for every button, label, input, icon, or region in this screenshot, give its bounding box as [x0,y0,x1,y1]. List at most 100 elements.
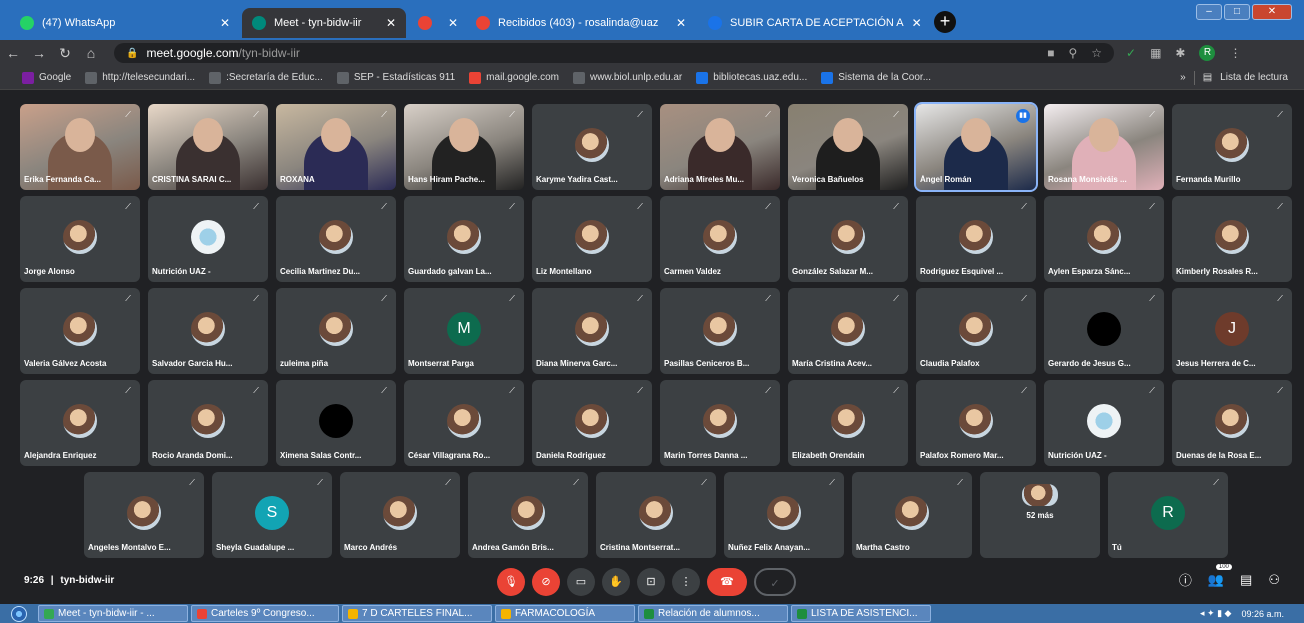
close-tab-icon[interactable]: ✕ [904,16,922,30]
participant-tile[interactable]: ⟋ Carmen Valdez [660,196,780,282]
present-button[interactable]: ⊡ [637,568,665,596]
start-button[interactable] [0,604,38,623]
participant-tile[interactable]: ⟋ Veronica Bañuelos [788,104,908,190]
taskbar-button[interactable]: FARMACOLOGÍA [495,605,635,622]
participant-tile[interactable]: ⟋ Pasillas Ceniceros B... [660,288,780,374]
participant-tile[interactable]: ⟋ Cecilia Martinez Du... [276,196,396,282]
activities-icon[interactable]: ⚇ [1268,572,1280,588]
extension-grid-icon[interactable]: ▦ [1150,46,1161,60]
maximize-button[interactable]: □ [1224,4,1250,20]
star-icon[interactable]: ☆ [1091,46,1102,60]
chat-icon[interactable]: ▤ [1240,572,1252,588]
home-icon[interactable]: ⌂ [78,45,104,61]
participant-tile[interactable]: ⟋ Angeles Montalvo E... [84,472,204,558]
back-icon[interactable]: ← [0,45,26,61]
participant-tile[interactable]: ⟋ Cristina Montserrat... [596,472,716,558]
captions-button[interactable]: ▭ [567,568,595,596]
participant-tile[interactable]: ⟋ Erika Fernanda Ca... [20,104,140,190]
bookmark-item[interactable]: Google [22,71,71,84]
browser-tab[interactable]: Meet - tyn-bidw-iir ✕ [242,8,406,38]
info-icon[interactable]: ⓘ [1179,570,1192,589]
menu-kebab-icon[interactable]: ⋮ [1229,46,1241,60]
browser-tab[interactable]: SUBIR CARTA DE ACEPTACIÓN A ✕ [698,8,926,38]
participant-tile[interactable]: S ⟋ Sheyla Guadalupe ... [212,472,332,558]
participant-tile[interactable]: ⟋ Nutrición UAZ - [1044,380,1164,466]
participant-tile[interactable]: ⟋ Diana Minerva Garc... [532,288,652,374]
profile-avatar[interactable]: R [1199,45,1216,61]
participant-tile[interactable]: ⟋ Valeria Gálvez Acosta [20,288,140,374]
participant-tile[interactable]: ⟋ Karyme Yadira Cast... [532,104,652,190]
participant-tile[interactable]: ⟋ César Villagrana Ro... [404,380,524,466]
browser-tab[interactable]: ✕ [408,8,464,38]
close-tab-icon[interactable]: ✕ [212,16,230,30]
zoom-icon[interactable]: ⚲ [1068,46,1077,60]
participant-tile[interactable]: 52 más [980,472,1100,558]
bookmark-item[interactable]: http://telesecundari... [85,71,195,84]
participant-tile[interactable]: ⟋ Guardado galvan La... [404,196,524,282]
forward-icon[interactable]: → [26,45,52,61]
new-tab-button[interactable]: + [934,11,956,33]
close-tab-icon[interactable]: ✕ [440,16,458,30]
participant-tile[interactable]: ⟋ Adriana Mireles Mu... [660,104,780,190]
close-tab-icon[interactable]: ✕ [668,16,686,30]
bookmark-item[interactable]: :Secretaría de Educ... [209,71,323,84]
bookmark-item[interactable]: bibliotecas.uaz.edu... [696,71,807,84]
camera-off-button[interactable]: ⊘ [532,568,560,596]
taskbar-button[interactable]: Meet - tyn-bidw-iir - ... [38,605,188,622]
participant-tile[interactable]: ⟋ zuleima piña [276,288,396,374]
bookmark-item[interactable]: Sistema de la Coor... [821,71,931,84]
participant-tile[interactable]: ⟋ Marco Andrés [340,472,460,558]
participant-tile[interactable]: ⟋ González Salazar M... [788,196,908,282]
participant-tile[interactable]: ⟋ Claudia Palafox [916,288,1036,374]
participant-tile[interactable]: ⟋ Palafox Romero Mar... [916,380,1036,466]
bookmark-item[interactable]: www.biol.unlp.edu.ar [572,71,682,84]
participant-tile[interactable]: ⟋ Martha Castro [852,472,972,558]
participant-tile[interactable]: ⟋ Marin Torres Danna ... [660,380,780,466]
more-bookmarks-button[interactable]: » [1180,72,1186,83]
address-bar[interactable]: 🔒 meet.google.com/tyn-bidw-iir ■ ⚲ ☆ [114,43,1114,63]
people-button[interactable]: 👥 100 [1208,563,1232,588]
participant-tile[interactable]: ⟋ Aylen Esparza Sánc... [1044,196,1164,282]
participant-tile[interactable]: ⟋ Elizabeth Orendain [788,380,908,466]
participant-tile[interactable]: ⟋ Ximena Salas Contr... [276,380,396,466]
participant-tile[interactable]: ⟋ Duenas de la Rosa E... [1172,380,1292,466]
participant-tile[interactable]: M ⟋ Montserrat Parga [404,288,524,374]
participant-tile[interactable]: ⟋ Liz Montellano [532,196,652,282]
bookmark-item[interactable]: SEP - Estadísticas 911 [336,71,455,84]
participant-tile[interactable]: ⟋ Nutrición UAZ - [148,196,268,282]
reading-list-button[interactable]: Lista de lectura [1220,72,1288,83]
check-button[interactable]: ✓ [754,568,796,596]
participant-tile[interactable]: ⟋ Kimberly Rosales R... [1172,196,1292,282]
more-options-button[interactable]: ⋮ [672,568,700,596]
participant-tile[interactable]: R ⟋ Tú [1108,472,1228,558]
participant-tile[interactable]: ⟋ Andrea Gamón Bris... [468,472,588,558]
participant-tile[interactable]: ⟋ Jorge Alonso [20,196,140,282]
bookmark-item[interactable]: mail.google.com [469,71,559,84]
participant-tile[interactable]: ⟋ Fernanda Murillo [1172,104,1292,190]
reload-icon[interactable]: ↻ [52,45,78,62]
participant-tile[interactable]: ⟋ Salvador Garcia Hu... [148,288,268,374]
mic-off-button[interactable]: 🎙 [497,568,525,596]
participant-tile[interactable]: ⟋ Rocio Aranda Domi... [148,380,268,466]
participant-tile[interactable]: ⟋ Rosana Monsiváis ... [1044,104,1164,190]
tray-icons[interactable]: ◂ ✦ ▮ ◆ [1200,608,1231,619]
participant-tile[interactable]: ⟋ Rodriguez Esquivel ... [916,196,1036,282]
minimize-button[interactable]: – [1196,4,1222,20]
leave-call-button[interactable]: ☎ [707,568,747,596]
taskbar-button[interactable]: Relación de alumnos... [638,605,788,622]
browser-tab[interactable]: (47) WhatsApp ✕ [10,8,240,38]
window-close-button[interactable]: ✕ [1252,4,1292,20]
participant-tile[interactable]: ⟋ María Cristina Acev... [788,288,908,374]
participant-tile[interactable]: ⟋ Alejandra Enriquez [20,380,140,466]
taskbar-button[interactable]: 7 D CARTELES FINAL... [342,605,492,622]
puzzle-icon[interactable]: ✱ [1175,46,1185,60]
browser-tab[interactable]: Recibidos (403) - rosalinda@uaz ✕ [466,8,696,38]
participant-tile[interactable]: ⟋ Daniela Rodriguez [532,380,652,466]
participant-tile[interactable]: ▮▮ Ángel Román [914,102,1038,192]
participant-tile[interactable]: ⟋ Gerardo de Jesus G... [1044,288,1164,374]
participant-tile[interactable]: J ⟋ Jesus Herrera de C... [1172,288,1292,374]
taskbar-button[interactable]: Carteles 9º Congreso... [191,605,339,622]
participant-tile[interactable]: ⟋ Nuñez Felix Anayan... [724,472,844,558]
raise-hand-button[interactable]: ✋ [602,568,630,596]
close-tab-icon[interactable]: ✕ [378,16,396,30]
